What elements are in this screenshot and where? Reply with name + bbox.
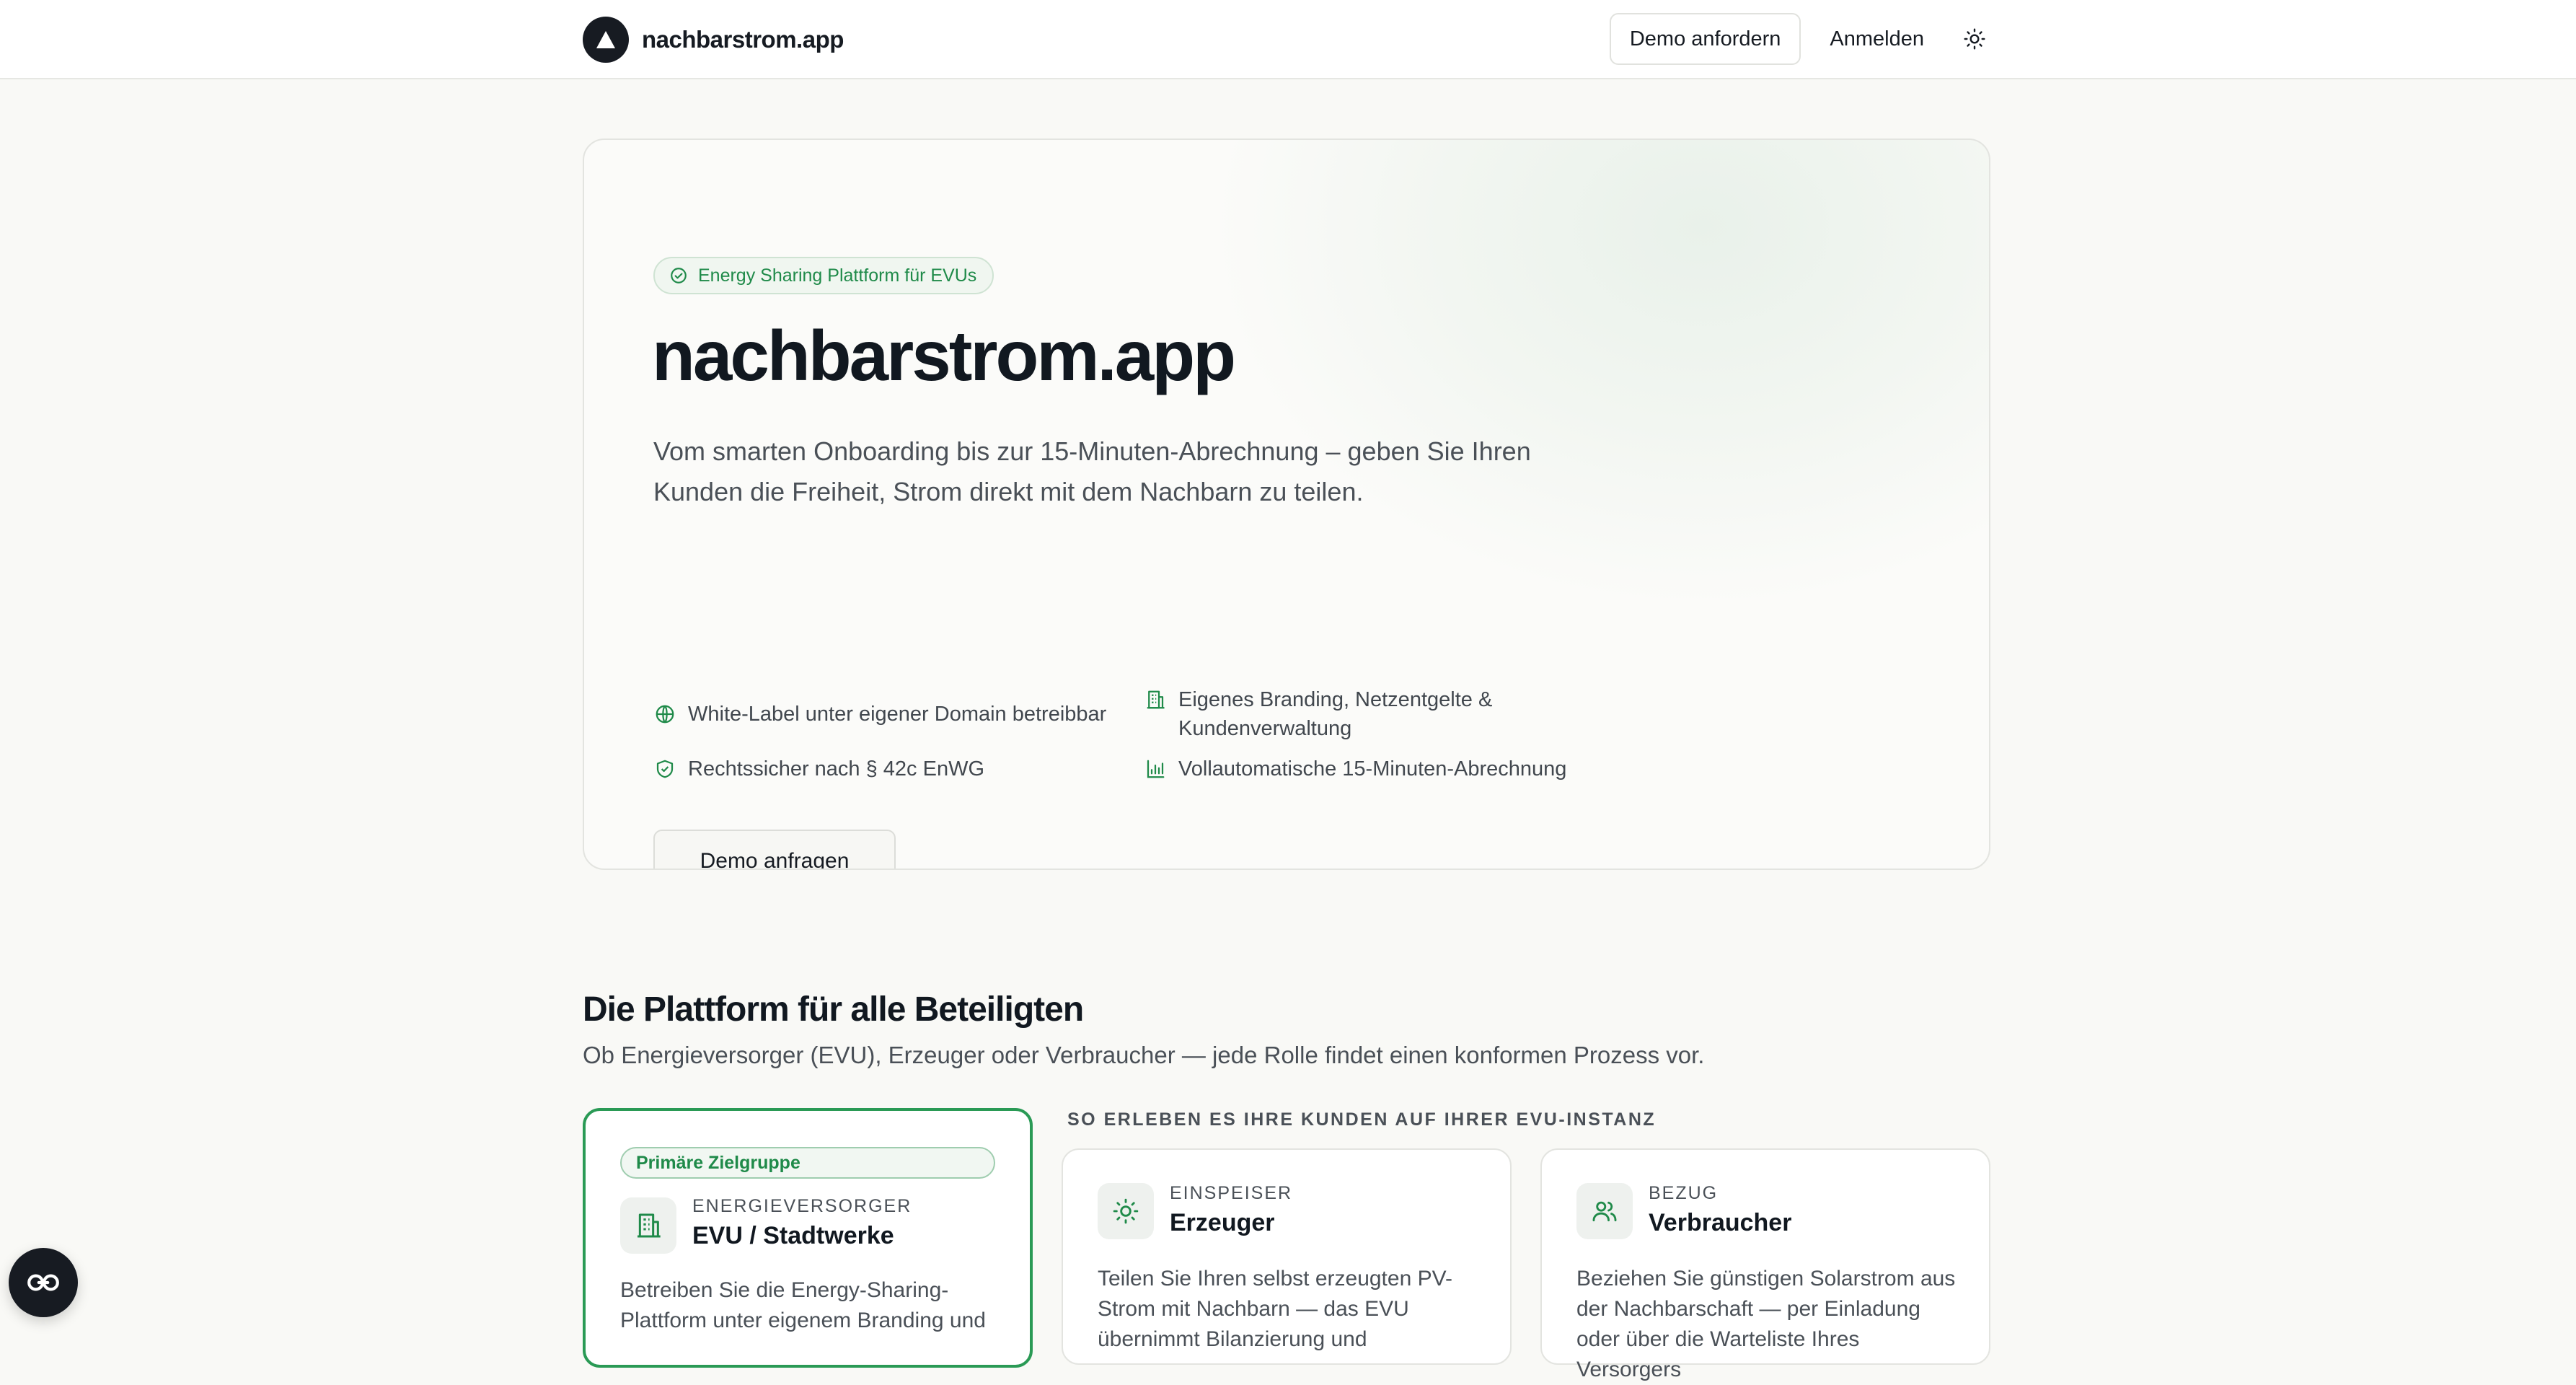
- shield-check-icon: [653, 755, 676, 783]
- globe-icon: [653, 700, 676, 729]
- demo-inquiry-button[interactable]: Demo anfragen: [653, 830, 896, 869]
- demo-request-button[interactable]: Demo anfordern: [1609, 13, 1801, 65]
- hero-badge: Energy Sharing Plattform für EVUs: [653, 257, 994, 294]
- feature-text: Rechtssicher nach § 42c EnWG: [688, 757, 985, 781]
- users-icon: [1576, 1183, 1633, 1239]
- section-subtitle: Ob Energieversorger (EVU), Erzeuger oder…: [583, 1042, 1705, 1068]
- role-card-producer[interactable]: EINSPEISER Erzeuger Teilen Sie Ihren sel…: [1062, 1148, 1512, 1365]
- top-navigation-bar: nachbarstrom.app Demo anfordern Anmelden: [0, 0, 2576, 79]
- section-title: Die Plattform für alle Beteiligten: [583, 990, 1084, 1029]
- header-actions: Demo anfordern Anmelden: [1609, 13, 1989, 65]
- hero-card: Energy Sharing Plattform für EVUs nachba…: [583, 138, 1990, 870]
- feature-branding: Eigenes Branding, Netzentgelte & Kundenv…: [1144, 685, 1519, 743]
- triangle-logo-icon: [583, 17, 629, 63]
- role-card-consumer[interactable]: BEZUG Verbraucher Beziehen Sie günstigen…: [1540, 1148, 1990, 1381]
- hero-subtitle: Vom smarten Onboarding bis zur 15-Minute…: [653, 436, 1531, 506]
- building-icon: [1144, 685, 1167, 714]
- feature-billing: Vollautomatische 15-Minuten-Abrechnung: [1144, 755, 1566, 783]
- card-title: EVU / Stadtwerke: [692, 1222, 894, 1249]
- card-description: Beziehen Sie günstigen Solarstrom aus de…: [1576, 1267, 1956, 1381]
- card-description: Betreiben Sie die Energy-Sharing-Plattfo…: [620, 1278, 986, 1332]
- check-circle-icon: [669, 266, 688, 285]
- card-eyebrow: BEZUG: [1649, 1183, 1719, 1203]
- floating-widget-button[interactable]: [9, 1248, 78, 1317]
- card-description: Teilen Sie Ihren selbst erzeugten PV-Str…: [1098, 1267, 1452, 1351]
- feature-text: White-Label unter eigener Domain betreib…: [688, 703, 1107, 726]
- primary-target-pill: Primäre Zielgruppe: [620, 1147, 995, 1179]
- sun-icon: [1964, 28, 1985, 50]
- login-link[interactable]: Anmelden: [1830, 27, 1924, 51]
- card-title: Verbraucher: [1649, 1209, 1792, 1236]
- card-title: Erzeuger: [1170, 1209, 1275, 1236]
- link-icon: [27, 1274, 59, 1291]
- theme-toggle-button[interactable]: [1960, 25, 1989, 53]
- feature-legal: Rechtssicher nach § 42c EnWG: [653, 755, 984, 783]
- role-card-evu[interactable]: Primäre Zielgruppe ENERGIEVERSORGER EVU …: [583, 1108, 1033, 1368]
- section-caption: SO ERLEBEN ES IHRE KUNDEN AUF IHRER EVU-…: [1067, 1109, 1657, 1130]
- feature-text: Eigenes Branding, Netzentgelte & Kundenv…: [1178, 688, 1493, 740]
- hero-badge-label: Energy Sharing Plattform für EVUs: [698, 265, 977, 286]
- bar-chart-icon: [1144, 755, 1167, 783]
- feature-white-label: White-Label unter eigener Domain betreib…: [653, 700, 1106, 729]
- sun-icon: [1098, 1183, 1154, 1239]
- card-eyebrow: ENERGIEVERSORGER: [692, 1196, 912, 1216]
- card-eyebrow: EINSPEISER: [1170, 1183, 1293, 1203]
- brand-home-link[interactable]: nachbarstrom.app: [583, 16, 844, 63]
- building-icon: [620, 1197, 676, 1254]
- hero-title: nachbarstrom.app: [652, 316, 1236, 395]
- feature-text: Vollautomatische 15-Minuten-Abrechnung: [1178, 757, 1567, 781]
- brand-name: nachbarstrom.app: [642, 26, 844, 53]
